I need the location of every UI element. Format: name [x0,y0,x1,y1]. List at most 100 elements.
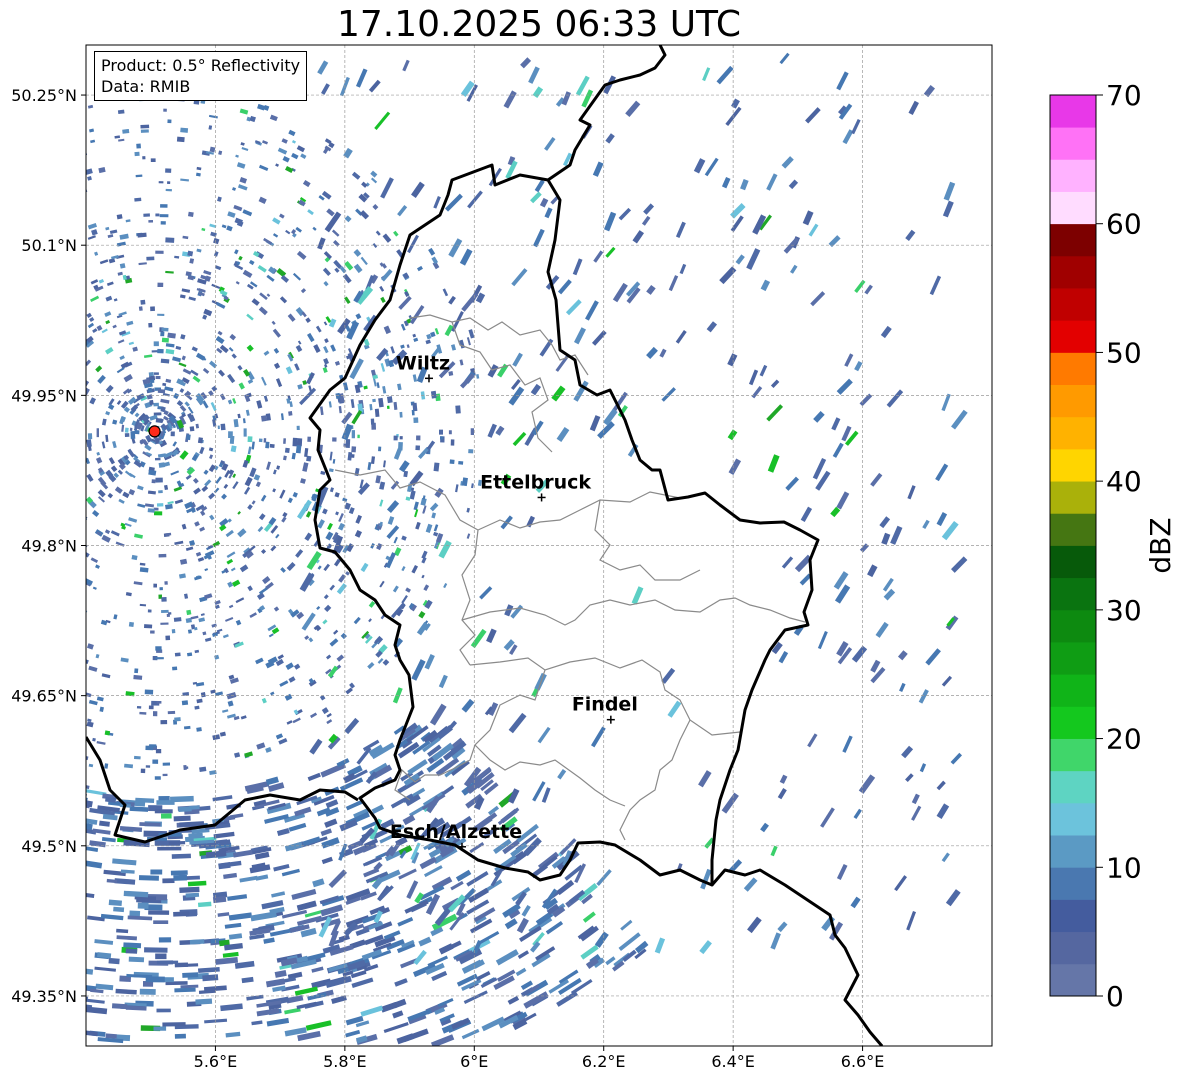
echo-pixel [515,967,527,977]
echo-pixel [65,479,72,488]
echo-pixel [174,717,181,722]
echo-pixel [747,916,762,934]
echo-pixel [284,693,293,701]
echo-pixel [76,510,82,516]
echo-pixel [486,628,497,644]
echo-pixel [185,546,194,552]
echo-pixel [943,181,956,201]
echo-pixel [215,476,222,484]
echo-pixel [333,629,339,635]
echo-pixel [139,603,147,607]
echo-pixel [0,688,8,695]
echo-pixel [101,534,111,543]
echo-pixel [173,911,190,917]
echo-pixel [67,271,72,276]
echo-pixel [86,473,94,482]
echo-pixel [727,429,738,441]
echo-pixel [0,830,7,842]
echo-pixel [272,217,281,225]
echo-pixel [37,111,46,118]
echo-pixel [27,775,41,785]
echo-pixel [516,917,529,934]
echo-pixel [50,365,57,374]
echo-pixel [654,937,666,954]
echo-pixel [238,255,243,261]
echo-pixel [390,602,406,619]
echo-pixel [413,417,419,424]
echo-pixel [415,521,421,530]
echo-pixel [397,204,408,217]
echo-pixel [196,727,202,732]
echo-pixel [209,514,215,521]
echo-pixel [28,482,34,489]
echo-pixel [111,1003,128,1010]
echo-pixel [287,313,296,322]
echo-pixel [406,344,410,349]
echo-pixel [182,972,199,978]
echo-pixel [213,237,220,245]
echo-pixel [261,415,267,422]
echo-pixel [8,664,15,671]
echo-pixel [539,338,554,357]
echo-pixel [125,948,138,954]
echo-pixel [850,896,861,909]
echo-pixel [438,429,444,435]
echo-pixel [269,443,275,449]
echo-pixel [18,572,24,578]
echo-pixel [0,799,9,807]
echo-pixel [22,280,28,285]
echo-pixel [307,436,311,442]
echo-pixel [181,355,186,361]
echo-pixel [919,763,927,773]
echo-pixel [3,135,9,141]
echo-pixel [117,271,123,276]
echo-pixel [174,255,180,259]
echo-pixel [4,566,12,575]
echo-pixel [412,333,417,338]
echo-pixel [379,499,384,507]
echo-pixel [237,184,248,191]
echo-pixel [222,634,229,639]
echo-pixel [150,630,155,634]
colorbar-segment [1050,577,1096,611]
echo-pixel [463,990,488,1004]
echo-pixel [90,139,96,144]
echo-pixel [4,563,11,570]
echo-pixel [77,629,83,634]
echo-pixel [367,661,375,670]
echo-pixel [302,462,309,472]
echo-pixel [342,382,349,391]
echo-pixel [122,274,127,281]
echo-pixel [6,814,23,823]
echo-pixel [390,346,395,354]
echo-pixel [679,263,687,275]
echo-pixel [210,231,217,237]
echo-pixel [375,475,381,484]
echo-pixel [355,313,362,320]
echo-pixel [110,255,119,260]
echo-pixel [90,988,104,994]
echo-pixel [110,465,118,473]
echo-pixel [148,469,157,476]
echo-pixel [334,360,341,366]
echo-pixel [667,700,682,718]
echo-pixel [87,322,95,329]
echo-pixel [534,179,545,193]
echo-pixel [291,229,297,235]
echo-pixel [251,500,256,505]
echo-pixel [700,868,712,890]
echo-pixel [886,389,904,408]
echo-pixel [235,154,239,158]
echo-pixel [86,800,87,808]
echo-pixel [3,343,7,348]
echo-pixel [86,892,95,899]
echo-pixel [779,774,788,784]
echo-pixel [285,229,291,235]
echo-pixel [266,461,271,471]
echo-pixel [30,585,39,594]
echo-pixel [101,328,108,334]
echo-pixel [168,840,186,845]
colorbar-segment [1050,255,1096,289]
echo-pixel [0,316,1,322]
echo-pixel [370,177,378,184]
